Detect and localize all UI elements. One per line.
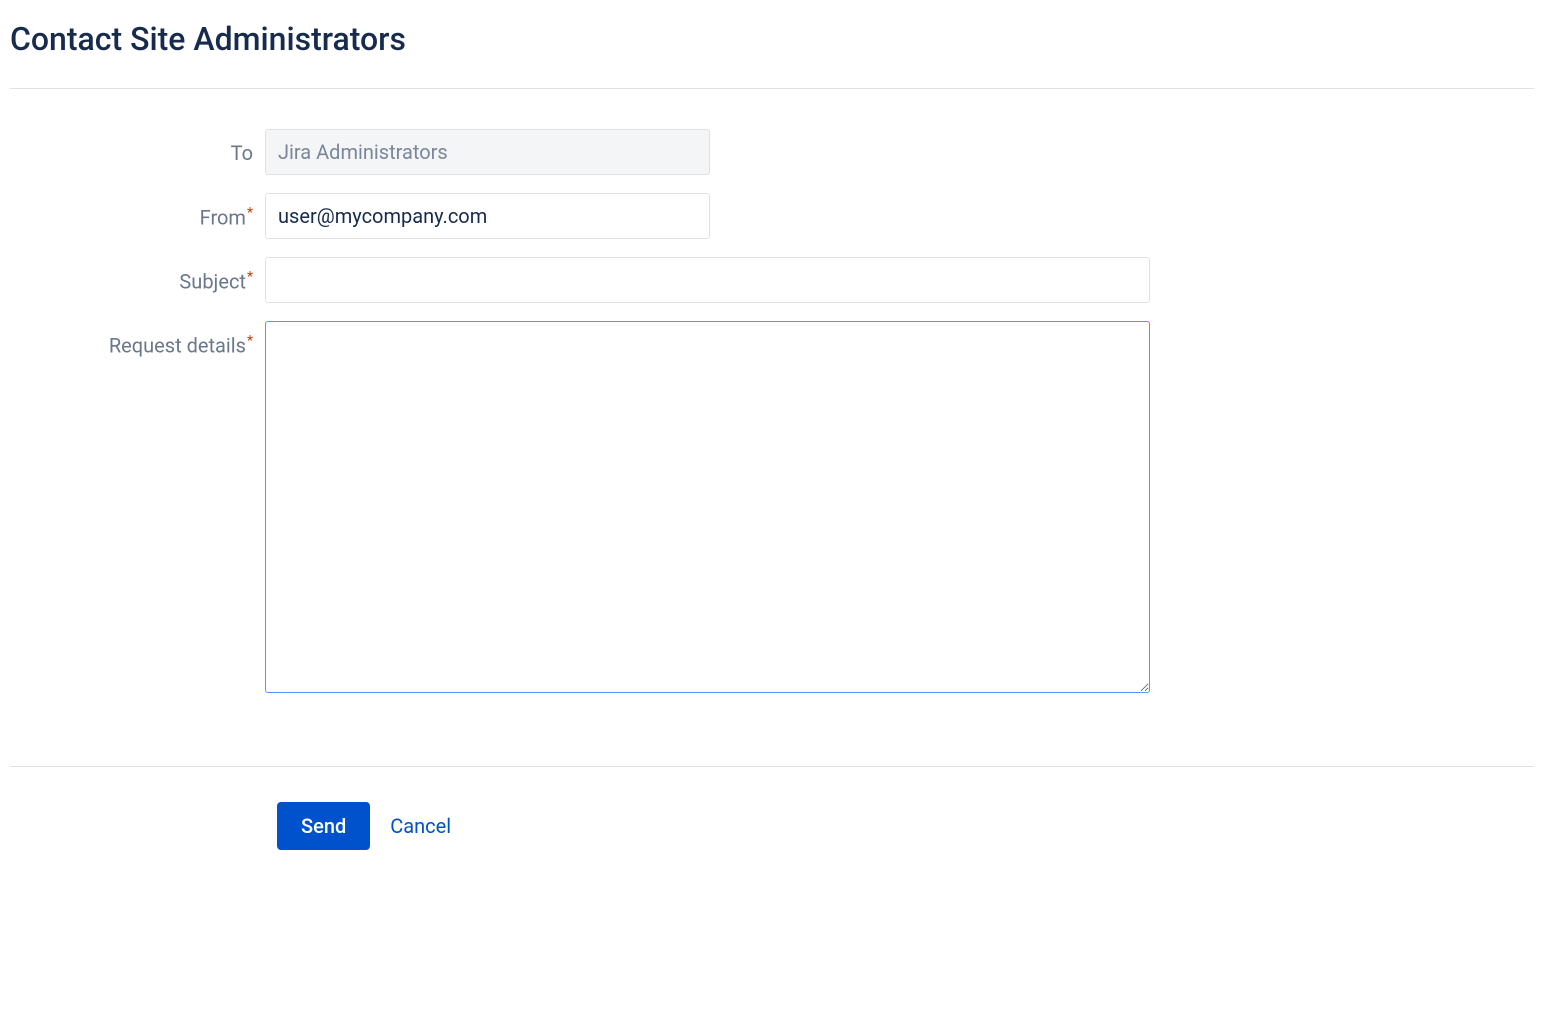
required-asterisk: * xyxy=(247,333,253,349)
page-title: Contact Site Administrators xyxy=(10,20,1534,58)
subject-label: Subject* xyxy=(10,257,265,294)
subject-row: Subject* xyxy=(10,257,1534,303)
details-field[interactable] xyxy=(265,321,1150,693)
from-field[interactable] xyxy=(265,193,710,239)
required-asterisk: * xyxy=(247,205,253,221)
contact-form: To From* Subject* Request details* xyxy=(10,89,1534,731)
cancel-button[interactable]: Cancel xyxy=(390,814,451,838)
from-label: From* xyxy=(10,193,265,230)
subject-field[interactable] xyxy=(265,257,1150,303)
subject-label-text: Subject xyxy=(179,270,246,294)
from-label-text: From xyxy=(200,206,246,230)
actions-divider xyxy=(10,766,1534,767)
to-field xyxy=(265,129,710,175)
actions-row: Send Cancel xyxy=(10,802,1534,850)
to-label-text: To xyxy=(231,141,253,165)
from-row: From* xyxy=(10,193,1534,239)
to-row: To xyxy=(10,129,1534,175)
details-label: Request details* xyxy=(10,321,265,358)
required-asterisk: * xyxy=(247,269,253,285)
send-button[interactable]: Send xyxy=(277,802,370,850)
details-row: Request details* xyxy=(10,321,1534,693)
to-label: To xyxy=(10,129,265,165)
details-label-text: Request details xyxy=(109,334,246,358)
